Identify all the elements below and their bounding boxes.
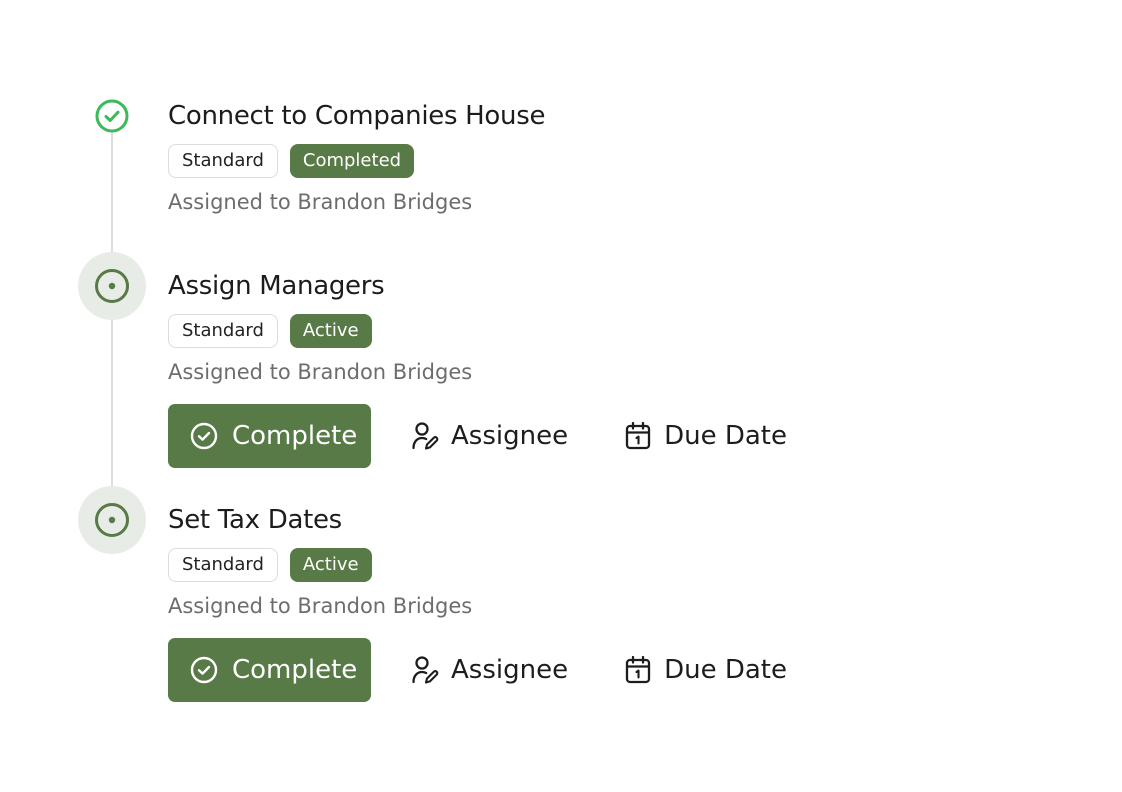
task-timeline: Connect to Companies House Standard Comp… (0, 0, 1122, 792)
active-step-icon (78, 486, 146, 554)
type-badge: Standard (168, 144, 278, 178)
calendar-icon (624, 421, 652, 451)
task-actions: Complete Assignee Due Date (168, 638, 787, 702)
assigned-text: Assigned to Brandon Bridges (168, 190, 473, 214)
assignee-button[interactable]: Assignee (411, 655, 568, 685)
due-date-button-label: Due Date (664, 421, 787, 451)
assignee-button-label: Assignee (451, 655, 569, 685)
task-title: Assign Managers (168, 271, 385, 301)
assignee-button[interactable]: Assignee (411, 421, 568, 451)
complete-button-label: Complete (232, 421, 358, 451)
type-badge: Standard (168, 314, 278, 348)
due-date-button[interactable]: Due Date (624, 655, 787, 685)
task-badges: Standard Completed (168, 144, 415, 178)
user-edit-icon (411, 421, 439, 451)
check-circle-icon (190, 656, 218, 684)
assigned-text: Assigned to Brandon Bridges (168, 594, 473, 618)
assignee-button-label: Assignee (451, 421, 569, 451)
status-badge: Completed (289, 144, 415, 178)
user-edit-icon (411, 655, 439, 685)
due-date-button-label: Due Date (664, 655, 787, 685)
assigned-text: Assigned to Brandon Bridges (168, 360, 473, 384)
task-badges: Standard Active (168, 314, 372, 348)
task-title: Connect to Companies House (168, 101, 546, 131)
completed-check-icon (94, 98, 130, 134)
status-badge: Active (289, 314, 372, 348)
calendar-icon (624, 655, 652, 685)
type-badge: Standard (168, 548, 278, 582)
task-title: Set Tax Dates (168, 505, 342, 535)
status-badge: Active (289, 548, 372, 582)
active-step-icon (78, 252, 146, 320)
task-badges: Standard Active (168, 548, 372, 582)
due-date-button[interactable]: Due Date (624, 421, 787, 451)
task-actions: Complete Assignee Due Date (168, 404, 787, 468)
complete-button[interactable]: Complete (168, 638, 371, 702)
complete-button-label: Complete (232, 655, 358, 685)
check-circle-icon (190, 422, 218, 450)
complete-button[interactable]: Complete (168, 404, 371, 468)
